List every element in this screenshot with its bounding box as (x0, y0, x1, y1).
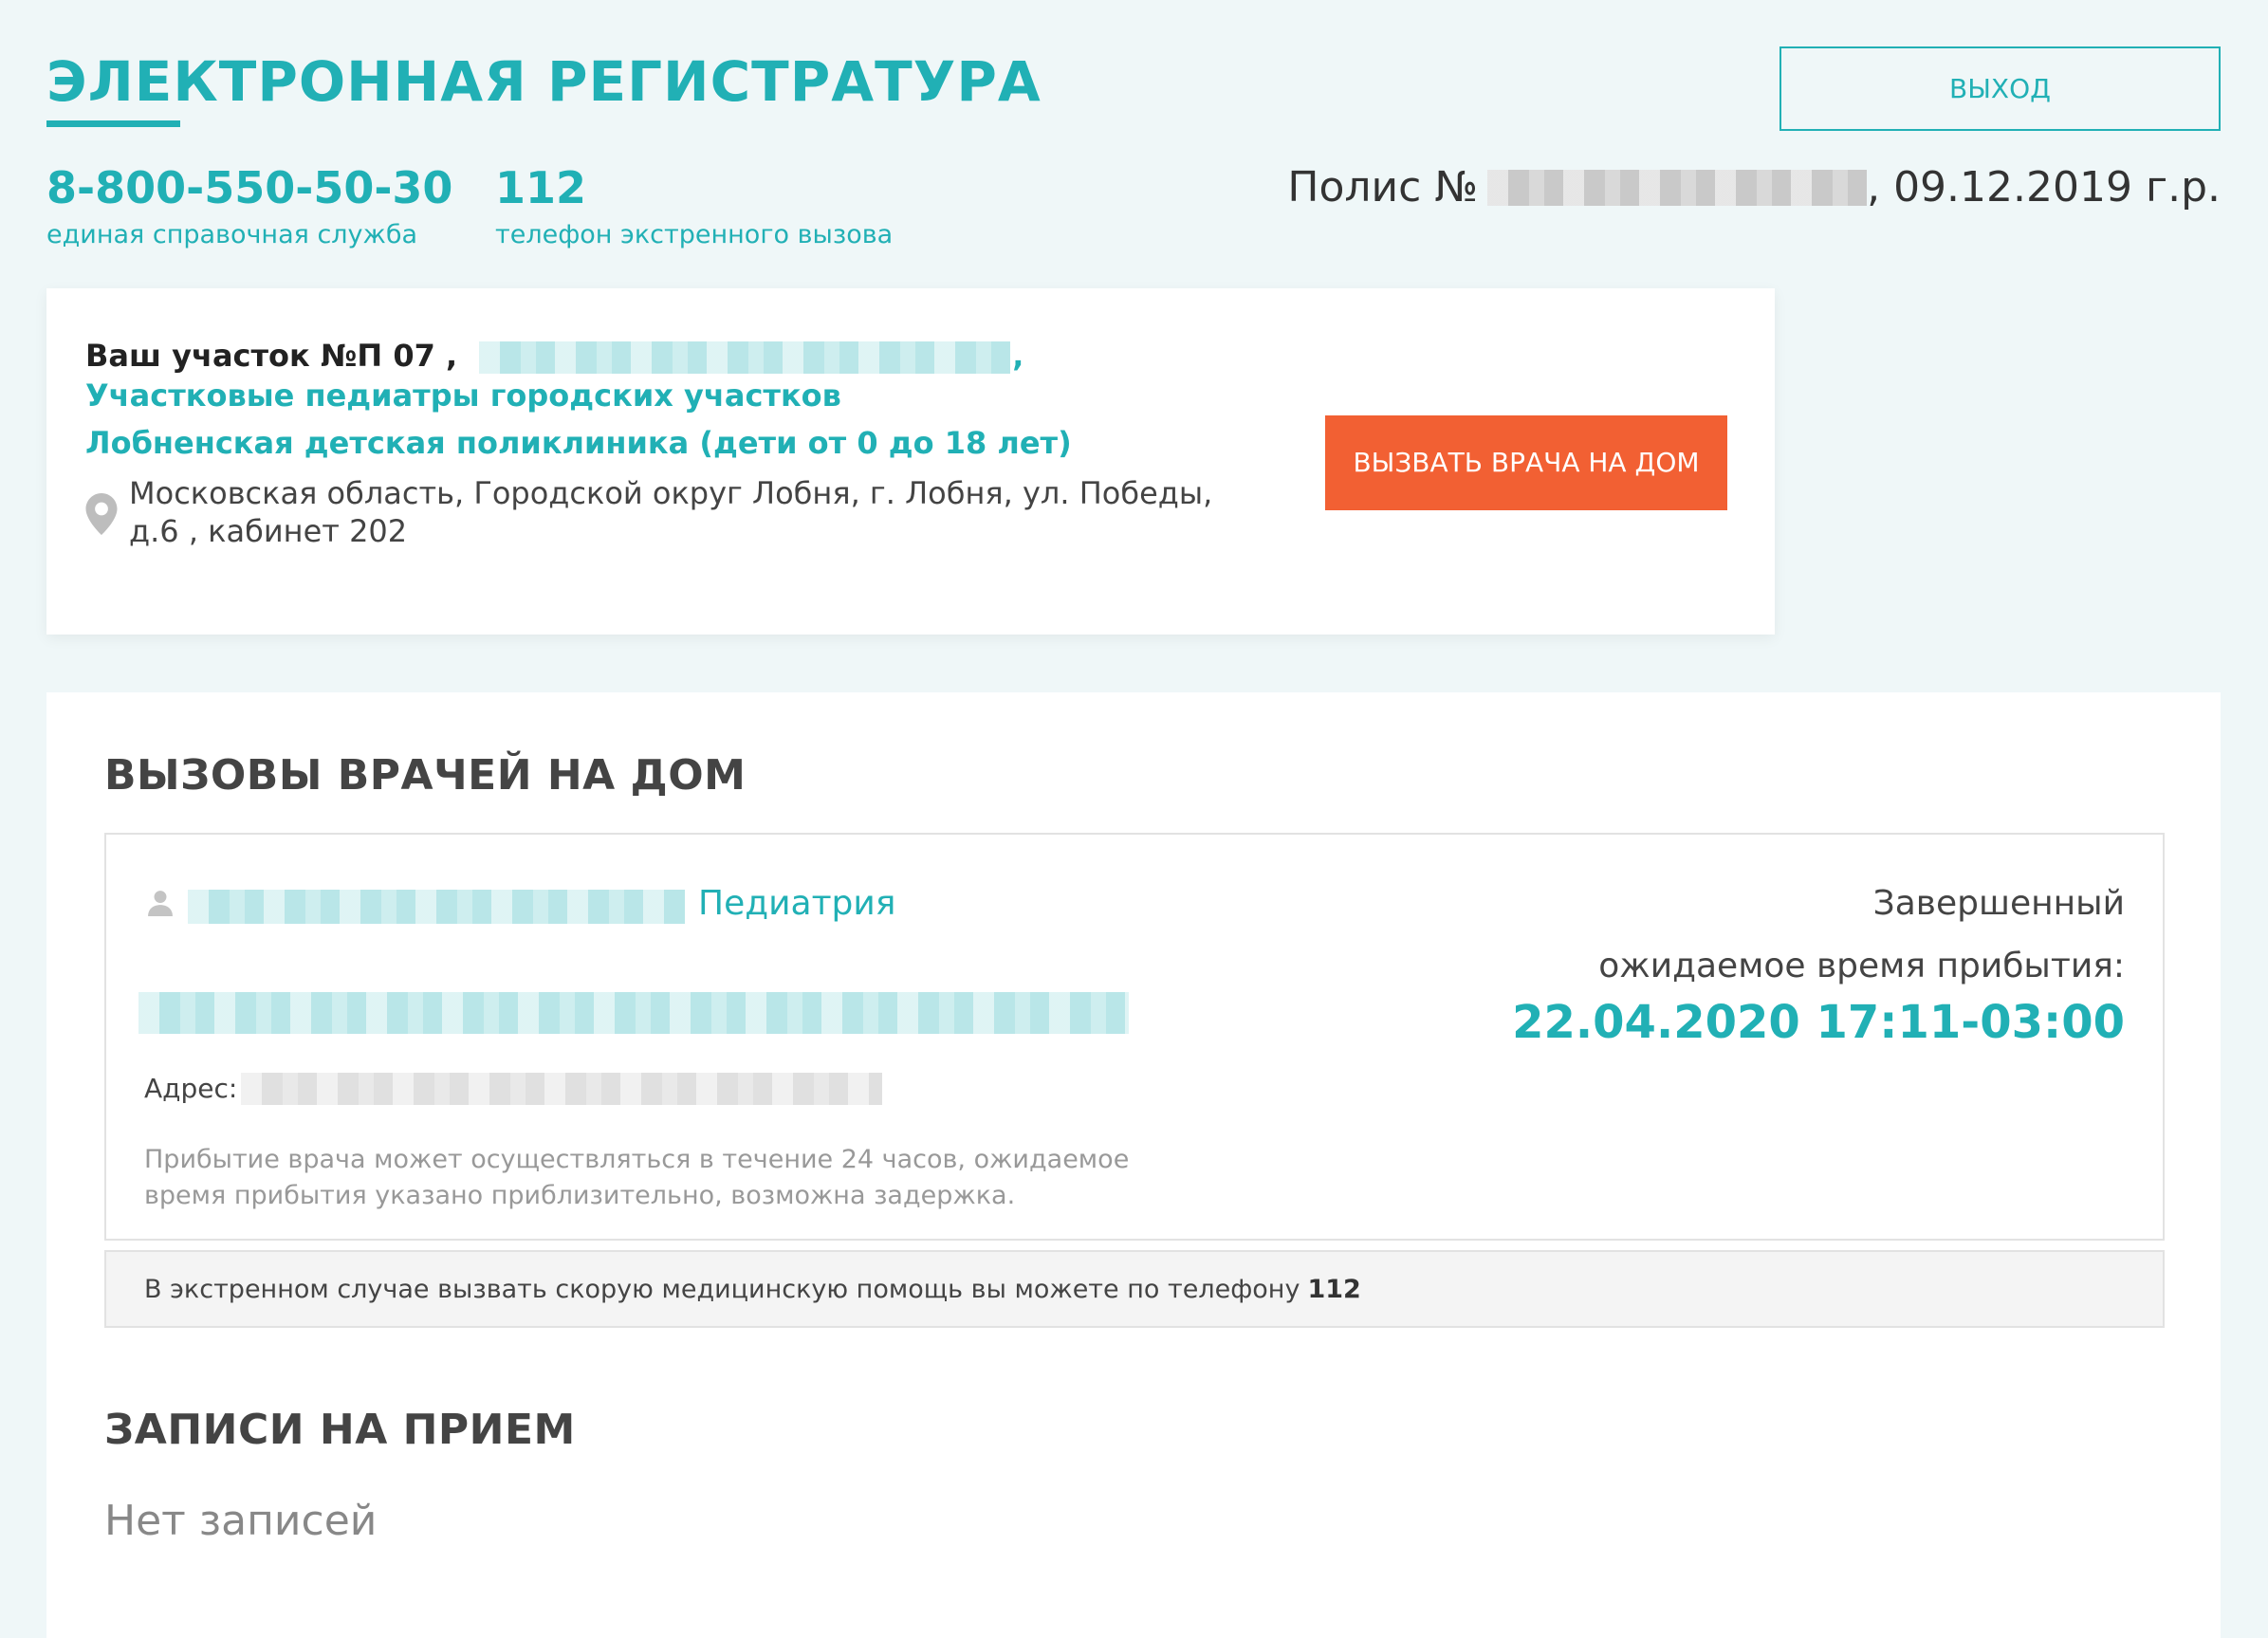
redacted-visit-info (138, 992, 1129, 1034)
polis-prefix: Полис № (1287, 163, 1479, 212)
phone-number[interactable]: 8-800-550-50-30 (46, 159, 452, 216)
home-visits-title: ВЫЗОВЫ ВРАЧЕЙ НА ДОМ (104, 751, 747, 800)
redacted-polis-number (1487, 170, 1868, 206)
appointments-title: ЗАПИСИ НА ПРИЕМ (104, 1406, 576, 1454)
clinic-address: Московская область, Городской округ Лобн… (85, 474, 1243, 550)
call-doctor-button[interactable]: ВЫЗВАТЬ ВРАЧА НА ДОМ (1325, 415, 1727, 510)
address-text: Московская область, Городской округ Лобн… (129, 475, 1213, 549)
redacted-doctor-name (479, 341, 1011, 374)
logout-button[interactable]: ВЫХОД (1779, 46, 2221, 131)
page: ЭЛЕКТРОННАЯ РЕГИСТРАТУРА ВЫХОД 8-800-550… (0, 0, 2268, 1638)
eta-value: 22.04.2020 17:11-03:00 (1512, 996, 2125, 1049)
brand-underline (46, 120, 180, 127)
clinic-name[interactable]: Лобненская детская поликлиника (дети от … (85, 423, 1072, 463)
home-visit-card: Педиатрия Завершенный ожидаемое время пр… (104, 833, 2165, 1241)
polis-info: Полис № , 09.12.2019 г.р. (1287, 159, 2221, 216)
area-number: Ваш участок №П 07 , (85, 338, 458, 374)
arrival-note: Прибытие врача может осуществляться в те… (144, 1145, 1130, 1210)
phone-info-emergency: 112 телефон экстренного вызова (495, 159, 893, 254)
redacted-doctor-name (188, 890, 685, 924)
area-title: Ваш участок №П 07 , , Участковые педиатр… (85, 336, 1224, 415)
no-appointments-text: Нет записей (104, 1497, 378, 1545)
brand-title: ЭЛЕКТРОННАЯ РЕГИСТРАТУРА (46, 49, 1042, 114)
polis-birthdate: , 09.12.2019 г.р. (1867, 163, 2221, 212)
emergency-notice: В экстренном случае вызвать скорую медиц… (104, 1250, 2165, 1328)
visit-specialty: Педиатрия (698, 884, 896, 923)
visit-address-label: Адрес: (144, 1073, 238, 1104)
main-panel: ВЫЗОВЫ ВРАЧЕЙ НА ДОМ Педиатрия Завершенн… (46, 692, 2221, 1638)
redacted-visit-address (241, 1073, 883, 1105)
visit-status: Завершенный (1872, 884, 2125, 923)
location-pin-icon (85, 493, 118, 535)
phone-caption: единая справочная служба (46, 220, 418, 249)
phone-caption: телефон экстренного вызова (495, 220, 894, 249)
phone-number[interactable]: 112 (495, 159, 893, 216)
person-icon (148, 891, 173, 916)
area-card: Ваш участок №П 07 , , Участковые педиатр… (46, 288, 1775, 635)
emergency-text: В экстренном случае вызвать скорую медиц… (144, 1274, 1300, 1304)
eta-label: ожидаемое время прибытия: (1598, 947, 2125, 985)
emergency-number: 112 (1307, 1274, 1361, 1304)
phone-info-hotline: 8-800-550-50-30 единая справочная служба (46, 159, 452, 254)
visit-address: Адрес: (144, 1070, 883, 1108)
